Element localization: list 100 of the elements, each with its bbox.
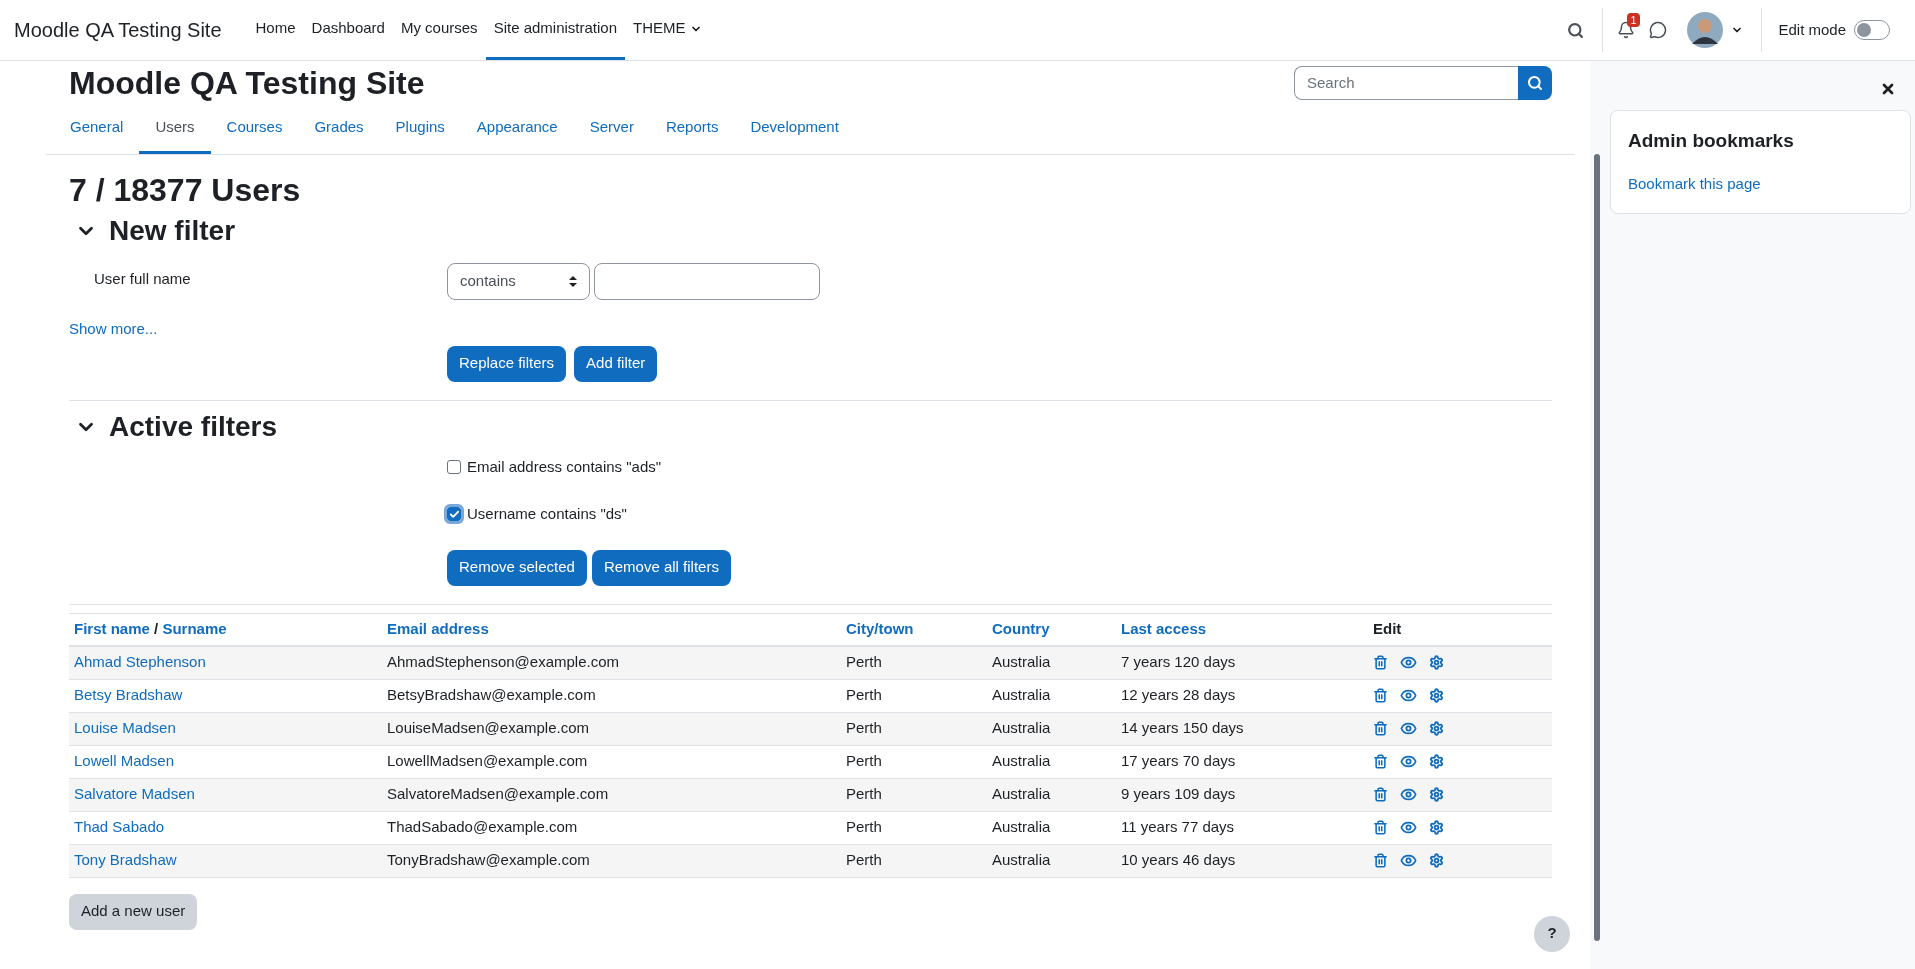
table-cell: BetsyBradshaw@example.com	[387, 686, 596, 704]
user-name-link[interactable]: Thad Sabado	[74, 818, 165, 836]
delete-icon[interactable]	[1373, 655, 1388, 670]
tab[interactable]: Users	[139, 103, 211, 154]
avatar[interactable]	[1687, 12, 1724, 48]
edit-mode-label: Edit mode	[1778, 19, 1846, 40]
table-cell: SalvatoreMadsen@example.com	[387, 785, 609, 803]
delete-icon[interactable]	[1373, 754, 1388, 769]
settings-icon[interactable]	[1429, 754, 1444, 769]
tab[interactable]: Development	[734, 103, 855, 154]
eye-icon[interactable]	[1400, 819, 1417, 836]
filter-checkbox[interactable]	[447, 460, 461, 474]
table-cell: 17 years 70 days	[1121, 752, 1236, 770]
chat-icon[interactable]	[1649, 21, 1668, 39]
search-icon[interactable]	[1567, 21, 1585, 39]
user-name-link[interactable]: Ahmad Stephenson	[74, 653, 206, 671]
tab[interactable]: Appearance	[460, 103, 574, 154]
close-icon[interactable]	[1880, 81, 1896, 97]
table-cell: LouiseMadsen@example.com	[387, 719, 589, 737]
nav-link[interactable]: Dashboard	[303, 0, 393, 60]
column-sort-link[interactable]: Country	[992, 619, 1050, 637]
eye-icon[interactable]	[1400, 687, 1417, 704]
tab[interactable]: General	[54, 103, 140, 154]
eye-icon[interactable]	[1400, 786, 1417, 803]
delete-icon[interactable]	[1373, 853, 1388, 868]
card-title: Admin bookmarks	[1628, 129, 1795, 153]
table-cell: Perth	[846, 752, 882, 770]
table-cell: Perth	[846, 818, 882, 836]
column-header: Edit	[1373, 619, 1402, 637]
search-icon	[1527, 75, 1543, 91]
settings-icon[interactable]	[1429, 853, 1444, 868]
eye-icon[interactable]	[1400, 852, 1417, 869]
filter-label: Username contains "ds"	[467, 503, 627, 524]
column-sort-link[interactable]: Email address	[387, 619, 489, 637]
table-cell: 10 years 46 days	[1121, 851, 1236, 869]
delete-icon[interactable]	[1373, 688, 1388, 703]
table-cell: Australia	[992, 818, 1051, 836]
tab[interactable]: Grades	[298, 103, 380, 154]
settings-icon[interactable]	[1429, 688, 1444, 703]
filter-button[interactable]: Remove all filters	[591, 549, 731, 586]
eye-icon[interactable]	[1400, 654, 1417, 671]
table-cell: Australia	[992, 752, 1051, 770]
tab[interactable]: Plugins	[379, 103, 461, 154]
value-input[interactable]	[594, 263, 820, 300]
settings-icon[interactable]	[1429, 820, 1444, 835]
section-heading: New filter	[109, 214, 236, 248]
nav-link[interactable]: Site administration	[485, 0, 626, 60]
help-button[interactable]: ?	[1534, 915, 1570, 952]
table-cell: 7 years 120 days	[1121, 653, 1236, 671]
sort-arrows-icon	[569, 276, 577, 287]
table-cell: 9 years 109 days	[1121, 785, 1236, 803]
filter-button[interactable]: Remove selected	[447, 549, 587, 586]
table-cell: Australia	[992, 686, 1051, 704]
section-heading: Active filters	[109, 409, 278, 444]
notification-badge: 1	[1627, 13, 1640, 27]
table-cell: ThadSabado@example.com	[387, 818, 578, 836]
show-more-link[interactable]: Show more...	[69, 318, 158, 341]
user-name-link[interactable]: Lowell Madsen	[74, 752, 175, 770]
tab[interactable]: Reports	[649, 103, 735, 154]
nav-link[interactable]: My courses	[392, 0, 486, 60]
site-name[interactable]: Moodle QA Testing Site	[14, 15, 222, 45]
table-cell: TonyBradshaw@example.com	[387, 851, 590, 869]
column-sort-link[interactable]: First name	[74, 619, 150, 637]
user-name-link[interactable]: Betsy Bradshaw	[74, 686, 183, 704]
table-cell: 14 years 150 days	[1121, 719, 1244, 737]
operator-select[interactable]: contains	[447, 263, 590, 300]
filter-button[interactable]: Replace filters	[447, 345, 567, 382]
column-sort-link[interactable]: City/town	[846, 619, 914, 637]
user-name-link[interactable]: Salvatore Madsen	[74, 785, 195, 803]
nav-link[interactable]: THEME	[625, 0, 710, 60]
user-name-link[interactable]: Louise Madsen	[74, 719, 176, 737]
field-label: User full name	[93, 269, 192, 289]
column-sort-link[interactable]: Last access	[1121, 619, 1207, 637]
table-cell: 12 years 28 days	[1121, 686, 1236, 704]
header-separator: /	[153, 619, 160, 637]
delete-icon[interactable]	[1373, 721, 1388, 736]
delete-icon[interactable]	[1373, 820, 1388, 835]
filter-checkbox[interactable]	[447, 507, 461, 521]
column-sort-link[interactable]: Surname	[162, 619, 227, 637]
bookmark-link[interactable]: Bookmark this page	[1628, 172, 1761, 195]
settings-icon[interactable]	[1429, 787, 1444, 802]
search-button[interactable]	[1518, 66, 1552, 100]
eye-icon[interactable]	[1400, 753, 1417, 770]
nav-link[interactable]: Home	[247, 0, 304, 60]
table-cell: AhmadStephenson@example.com	[387, 653, 620, 671]
tab[interactable]: Courses	[210, 103, 299, 154]
edit-mode-toggle[interactable]	[1854, 20, 1890, 40]
settings-icon[interactable]	[1429, 655, 1444, 670]
filter-button[interactable]: Add filter	[574, 345, 658, 382]
page-title: Moodle QA Testing Site	[69, 67, 425, 99]
table-cell: Perth	[846, 686, 882, 704]
delete-icon[interactable]	[1373, 787, 1388, 802]
eye-icon[interactable]	[1400, 720, 1417, 737]
settings-icon[interactable]	[1429, 721, 1444, 736]
tab[interactable]: Server	[573, 103, 650, 154]
table-cell: Perth	[846, 785, 882, 803]
user-name-link[interactable]: Tony Bradshaw	[74, 851, 177, 869]
add-user-button[interactable]: Add a new user	[69, 893, 198, 930]
search-field[interactable]: Search	[1294, 66, 1518, 100]
users-count-heading: 7 / 18377 Users	[69, 171, 302, 210]
